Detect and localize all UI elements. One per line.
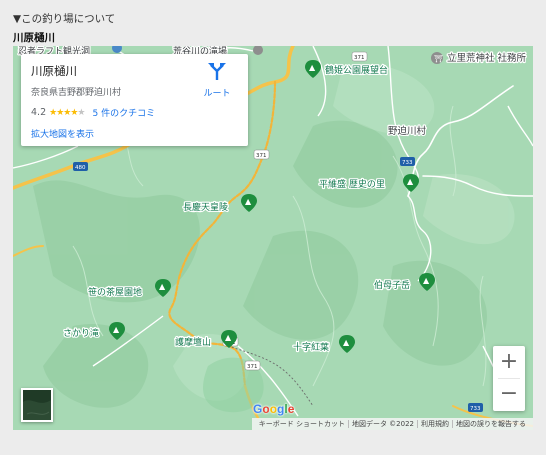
- google-logo-letter: o: [262, 402, 270, 416]
- report-error-link[interactable]: 地図の誤りを報告する: [456, 419, 526, 429]
- svg-text:▲: ▲: [423, 276, 430, 285]
- svg-text:さかり滝: さかり滝: [63, 328, 99, 339]
- svg-text:371: 371: [354, 55, 365, 61]
- zoom-in-button[interactable]: +: [493, 346, 525, 378]
- section-toggle[interactable]: ▼この釣り場について: [13, 11, 115, 26]
- google-logo-letter: o: [269, 402, 278, 416]
- svg-text:▲: ▲: [407, 177, 414, 186]
- svg-text:⛩: ⛩: [434, 54, 443, 63]
- larger-map-link[interactable]: 拡大地図を表示: [31, 127, 238, 140]
- page: ▼この釣り場について 川原樋川 371 371 371 733 733 480 …: [0, 0, 546, 455]
- svg-text:長慶天皇陵: 長慶天皇陵: [183, 201, 228, 213]
- rating-value: 4.2: [31, 107, 47, 118]
- satellite-thumbnail-icon: [23, 390, 51, 420]
- map-data-text: 地図データ ©2022: [351, 420, 414, 428]
- svg-text:371: 371: [247, 364, 258, 370]
- svg-text:733: 733: [402, 160, 413, 166]
- reviews-link[interactable]: 5 件のクチコミ: [93, 106, 156, 119]
- place-name-heading: 川原樋川: [13, 32, 55, 44]
- embedded-map[interactable]: 371 371 371 371 733 733: [13, 46, 533, 430]
- map-attribution-bar: キーボード ショートカット 地図データ ©2022 利用規約 地図の誤りを報告す…: [251, 418, 533, 430]
- zoom-out-button[interactable]: −: [493, 379, 525, 411]
- svg-text:733: 733: [470, 406, 481, 412]
- svg-text:笹の茶屋園地: 笹の茶屋園地: [88, 286, 142, 298]
- rating-row: 4.2 ★★★★★ 5 件のクチコミ: [31, 106, 238, 119]
- svg-text:371: 371: [256, 153, 267, 159]
- svg-text:▲: ▲: [113, 325, 120, 334]
- svg-text:護摩壇山: 護摩壇山: [175, 336, 211, 348]
- keyboard-shortcuts-link[interactable]: キーボード ショートカット: [259, 419, 345, 429]
- attribution-divider: [417, 420, 418, 428]
- rating-stars-icon: ★★★★★: [49, 107, 85, 118]
- svg-text:鶴姫公園展望台: 鶴姫公園展望台: [325, 64, 388, 76]
- svg-text:伯母子岳: 伯母子岳: [374, 279, 410, 291]
- route-shield-480: 480: [73, 162, 88, 171]
- directions-button[interactable]: ルート: [198, 62, 236, 99]
- svg-text:平維盛 歴史の里: 平維盛 歴史の里: [319, 178, 385, 190]
- terms-link[interactable]: 利用規約: [421, 419, 449, 429]
- satellite-layer-toggle[interactable]: [21, 388, 53, 422]
- attribution-divider: [347, 420, 349, 428]
- svg-text:480: 480: [75, 165, 86, 171]
- svg-text:十字紅葉: 十字紅葉: [293, 341, 329, 353]
- place-info-card: 川原樋川 奈良県吉野郡野迫川村 4.2 ★★★★★ 5 件のクチコミ 拡大地図を…: [21, 54, 248, 146]
- place-nosegawa: 野迫川村: [387, 124, 428, 139]
- zoom-controls: + −: [493, 346, 525, 411]
- route-shield-371: 371: [351, 51, 368, 62]
- route-shield-733: 733: [400, 157, 415, 166]
- route-shield-371: 371: [244, 360, 261, 371]
- svg-text:立里荒神社 社務所: 立里荒神社 社務所: [447, 52, 527, 64]
- svg-text:▲: ▲: [309, 63, 316, 72]
- svg-text:▲: ▲: [225, 333, 232, 342]
- attribution-divider: [452, 420, 453, 428]
- svg-text:▲: ▲: [245, 197, 252, 206]
- directions-icon: [208, 63, 226, 80]
- google-logo: Google: [253, 402, 294, 416]
- svg-text:▲: ▲: [159, 282, 166, 291]
- svg-text:野迫川村: 野迫川村: [388, 125, 427, 137]
- route-shield-371: 371: [253, 149, 270, 160]
- directions-label: ルート: [203, 89, 231, 99]
- star-empty-icon: ★: [77, 107, 85, 118]
- route-shield-733: 733: [468, 403, 483, 412]
- svg-text:▲: ▲: [343, 338, 350, 347]
- google-logo-letter: G: [253, 402, 263, 416]
- google-logo-letter: e: [287, 402, 295, 416]
